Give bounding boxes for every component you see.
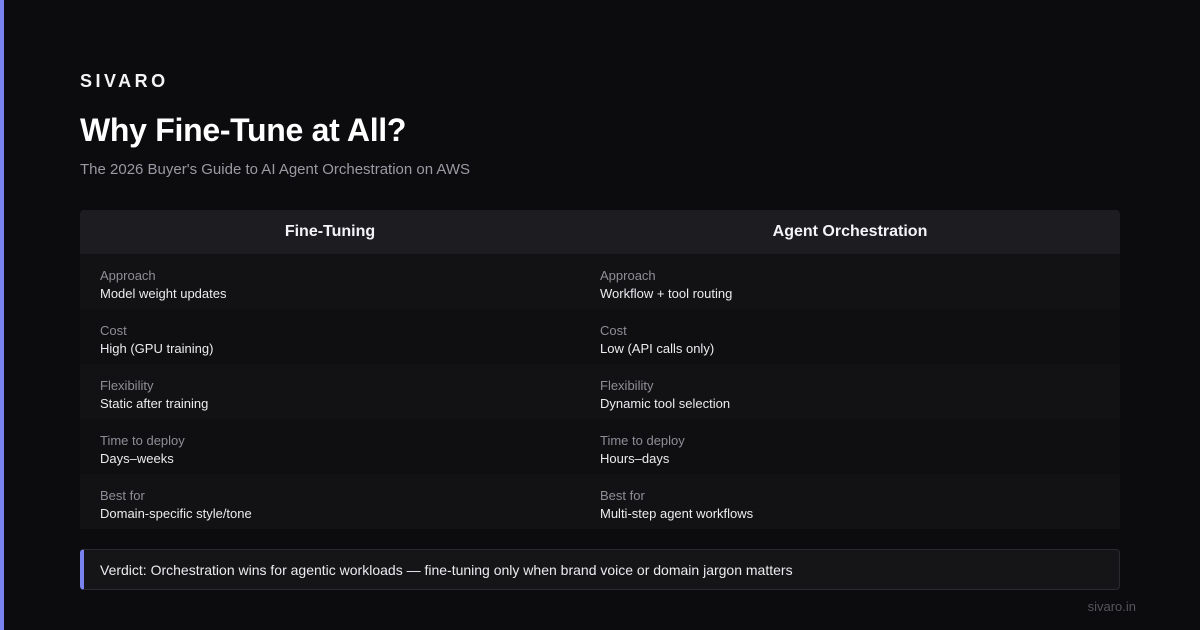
table-cell: Best for Domain-specific style/tone [80, 474, 580, 529]
row-label: Cost [600, 323, 627, 338]
table-row: Time to deploy Days–weeks Time to deploy… [80, 419, 1120, 474]
row-label: Cost [100, 323, 127, 338]
page-subtitle: The 2026 Buyer's Guide to AI Agent Orche… [80, 161, 471, 178]
cell-value: Workflow + tool routing [600, 286, 733, 301]
cell-value: Domain-specific style/tone [100, 506, 252, 521]
row-label: Approach [100, 268, 156, 283]
cell-value: Model weight updates [100, 286, 227, 301]
column-header-agent-orchestration: Agent Orchestration [580, 210, 1120, 254]
table-cell: Cost Low (API calls only) [580, 309, 1120, 364]
cell-value: Multi-step agent workflows [600, 506, 754, 521]
table-row: Flexibility Static after training Flexib… [80, 364, 1120, 419]
verdict-callout: Verdict: Orchestration wins for agentic … [80, 549, 1120, 590]
table-header: Fine-Tuning Agent Orchestration [80, 210, 1120, 254]
table-row: Best for Domain-specific style/tone Best… [80, 474, 1120, 529]
comparison-table: Fine-Tuning Agent Orchestration Approach… [80, 210, 1120, 529]
table-cell: Flexibility Static after training [80, 364, 580, 419]
table-cell: Approach Workflow + tool routing [580, 254, 1120, 309]
table-row: Approach Model weight updates Approach W… [80, 254, 1120, 309]
row-label: Flexibility [100, 378, 154, 393]
table-cell: Flexibility Dynamic tool selection [580, 364, 1120, 419]
table-row: Cost High (GPU training) Cost Low (API c… [80, 309, 1120, 364]
footer-domain: sivaro.in [1087, 599, 1136, 614]
cell-value: Dynamic tool selection [600, 396, 731, 411]
brand-logo: SIVARO [80, 71, 169, 91]
table-cell: Approach Model weight updates [80, 254, 580, 309]
page-title: Why Fine-Tune at All? [80, 112, 407, 148]
row-label: Time to deploy [600, 433, 685, 448]
row-label: Flexibility [600, 378, 654, 393]
cell-value: High (GPU training) [100, 341, 214, 356]
row-label: Best for [100, 488, 145, 503]
cell-value: Days–weeks [100, 451, 174, 466]
table-cell: Best for Multi-step agent workflows [580, 474, 1120, 529]
row-label: Best for [600, 488, 645, 503]
row-label: Time to deploy [100, 433, 185, 448]
table-cell: Time to deploy Hours–days [580, 419, 1120, 474]
accent-bar [0, 0, 4, 630]
row-label: Approach [600, 268, 656, 283]
cell-value: Low (API calls only) [600, 341, 715, 356]
cell-value: Hours–days [600, 451, 670, 466]
table-cell: Cost High (GPU training) [80, 309, 580, 364]
column-header-fine-tuning: Fine-Tuning [80, 210, 580, 254]
table-cell: Time to deploy Days–weeks [80, 419, 580, 474]
cell-value: Static after training [100, 396, 209, 411]
